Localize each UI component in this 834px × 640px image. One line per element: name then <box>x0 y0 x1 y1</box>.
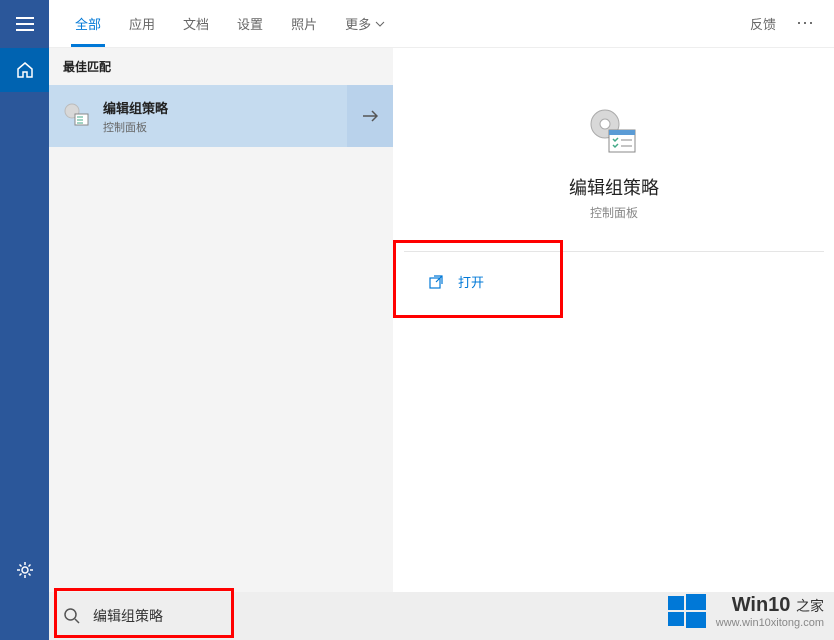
open-icon <box>428 274 444 290</box>
detail-panel: 编辑组策略 控制面板 打开 <box>404 60 824 592</box>
tab-more-label: 更多 <box>345 14 371 33</box>
hamburger-icon <box>16 17 34 31</box>
home-icon <box>16 61 34 79</box>
chevron-down-icon <box>375 21 385 27</box>
settings-button[interactable] <box>0 548 49 592</box>
tab-all[interactable]: 全部 <box>61 0 115 47</box>
policy-large-icon <box>587 106 641 160</box>
policy-icon <box>63 102 91 130</box>
top-tabs: 全部 应用 文档 设置 照片 更多 反馈 ⋯ <box>49 0 834 48</box>
more-options[interactable]: ⋯ <box>788 13 822 34</box>
result-text: 编辑组策略 控制面板 <box>103 98 168 135</box>
home-button[interactable] <box>0 48 49 92</box>
watermark: Win10 之家 www.win10xitong.com <box>666 590 824 632</box>
tab-settings[interactable]: 设置 <box>223 0 277 47</box>
watermark-brand: Win10 之家 <box>716 594 824 617</box>
results-panel: 最佳匹配 编辑组策略 控制面板 <box>49 48 393 592</box>
result-arrow[interactable] <box>347 85 393 147</box>
result-title: 编辑组策略 <box>103 98 168 117</box>
tab-more[interactable]: 更多 <box>331 0 399 47</box>
feedback-link[interactable]: 反馈 <box>738 14 788 33</box>
windows-logo-icon <box>666 590 708 632</box>
detail-title: 编辑组策略 <box>404 174 824 200</box>
gear-icon <box>16 561 34 579</box>
open-label: 打开 <box>458 272 484 291</box>
sidebar <box>0 0 49 640</box>
search-icon <box>63 607 81 625</box>
result-subtitle: 控制面板 <box>103 119 168 135</box>
detail-icon <box>587 106 641 160</box>
arrow-right-icon <box>362 110 378 122</box>
open-action[interactable]: 打开 <box>404 252 824 311</box>
search-input[interactable] <box>93 608 313 624</box>
tab-photos[interactable]: 照片 <box>277 0 331 47</box>
result-item[interactable]: 编辑组策略 控制面板 <box>49 85 393 147</box>
detail-subtitle: 控制面板 <box>404 204 824 221</box>
tab-apps[interactable]: 应用 <box>115 0 169 47</box>
watermark-url: www.win10xitong.com <box>716 617 824 629</box>
tab-docs[interactable]: 文档 <box>169 0 223 47</box>
result-icon <box>63 102 91 130</box>
section-best-match: 最佳匹配 <box>49 48 393 85</box>
menu-button[interactable] <box>0 0 49 48</box>
